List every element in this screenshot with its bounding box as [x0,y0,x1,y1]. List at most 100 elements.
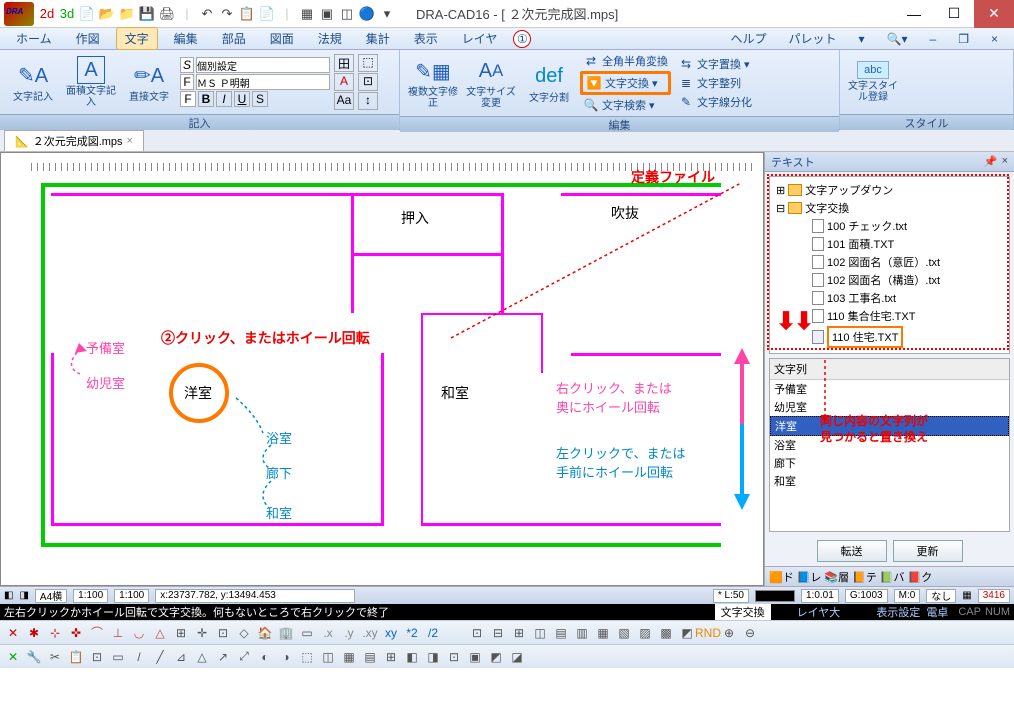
menu-palette[interactable]: パレット [781,28,845,49]
tb-icon[interactable]: ◡ [130,624,148,642]
tb-icon[interactable]: △ [193,648,211,666]
minimize-button[interactable]: — [894,0,934,28]
tb-icon[interactable]: .xy [361,624,379,642]
tree-folder[interactable]: ⊞文字アップダウン [772,181,1007,199]
underline-icon[interactable]: U [234,91,250,107]
side-tab[interactable]: 🟧ド [769,569,794,585]
pin-icon[interactable]: 📌 [984,155,998,168]
tb-icon[interactable]: ▤ [552,624,570,642]
tb-icon[interactable]: ⊡ [445,648,463,666]
text-replace-button[interactable]: ⇆文字置換▾ [675,55,755,73]
tb-icon[interactable]: ◪ [508,648,526,666]
side-tab[interactable]: 📗バ [880,569,905,585]
undo-icon[interactable]: ↶ [198,5,216,23]
doc-tab[interactable]: 📐 ２次元完成図.mps × [4,130,144,151]
scale-2[interactable]: 1:100 [114,589,149,603]
tb-icon[interactable]: ⊖ [741,624,759,642]
win-min-icon[interactable]: – [922,30,945,48]
tree-file[interactable]: 102 図面名（構造）.txt [772,271,1007,289]
tb-icon[interactable]: *2 [403,624,421,642]
dropdown-icon[interactable]: ▾ [851,30,873,48]
tb-icon[interactable]: 🏢 [277,624,295,642]
m0[interactable]: M:0 [894,589,921,603]
tool-icon[interactable]: ⬚ [358,54,378,72]
tree-folder[interactable]: ⊟文字交換 [772,199,1007,217]
tb-icon[interactable]: ⊡ [468,624,486,642]
drawing-canvas[interactable]: 押入 吹抜 洋室 和室 定義ファイル ②クリック、またはホイール回転 予備室 幼… [0,152,764,586]
menu-sum[interactable]: 集計 [358,28,398,49]
paper-size[interactable]: A4横 [35,589,67,603]
menu-parts[interactable]: 部品 [214,28,254,49]
menu-help[interactable]: ヘルプ [723,28,775,49]
tb-icon[interactable]: ▦ [340,648,358,666]
tree-file[interactable]: 103 工事名.txt [772,289,1007,307]
print-icon[interactable]: 🖨 [158,5,176,23]
tb-icon[interactable]: ◇ [235,624,253,642]
tb-icon[interactable]: ◩ [487,648,505,666]
qat-icon[interactable]: 3d [58,5,76,23]
menu-houki[interactable]: 法規 [310,28,350,49]
text-size-button[interactable]: AA文字サイズ変更 [464,53,518,113]
dropdown-icon[interactable]: ▾ [378,5,396,23]
tool-icon[interactable]: ⊡ [358,73,378,91]
tree-file[interactable]: 100 チェック.txt [772,217,1007,235]
strike-icon[interactable]: S [252,91,268,107]
list-item[interactable]: 予備室 [770,380,1009,398]
menu-edit[interactable]: 編集 [166,28,206,49]
tb-icon[interactable]: ▭ [109,648,127,666]
tb-icon[interactable]: ◩ [678,624,696,642]
tool-icon[interactable]: ◫ [338,5,356,23]
search-icon[interactable]: 🔍▾ [879,30,916,48]
tb-icon[interactable]: ✕ [4,648,22,666]
side-tab[interactable]: 📚層 [824,569,849,585]
status-layer[interactable]: レイヤ大 [791,604,847,620]
tb-icon[interactable]: ▣ [466,648,484,666]
tb-icon[interactable]: ◨ [424,648,442,666]
tb-icon[interactable]: ▥ [573,624,591,642]
tb-icon[interactable]: ✜ [67,624,85,642]
tb-icon[interactable]: ◑ [277,648,295,666]
tb-icon[interactable]: ⤢ [235,648,253,666]
maximize-button[interactable]: ☐ [934,0,974,28]
side-tab[interactable]: 📙テ [852,569,877,585]
tree-file[interactable]: 102 図面名（意匠）.txt [772,253,1007,271]
text-align-button[interactable]: ≣文字整列 [675,74,755,92]
tb-icon[interactable]: .x [319,624,337,642]
text-input-button[interactable]: ✎A文字記入 [6,52,60,112]
new-icon[interactable]: 📄 [78,5,96,23]
multi-text-edit-button[interactable]: ✎▦複数文字修正 [406,53,460,113]
status-calc[interactable]: 電卓 [920,604,954,620]
file-tree[interactable]: ⊞文字アップダウン ⊟文字交換 100 チェック.txt 101 面積.TXT … [769,176,1010,354]
tb-icon[interactable]: ◫ [531,624,549,642]
tb-icon[interactable]: RND [699,624,717,642]
bold-icon[interactable]: B [198,91,214,107]
folder-icon[interactable]: 📁 [118,5,136,23]
string-list[interactable]: 文字列 予備室 幼児室 洋室 浴室 廊下 和室 同じ内容の文字列が 見つかると置… [769,358,1010,532]
l50[interactable]: * L:50 [713,589,749,603]
menu-draw[interactable]: 作図 [68,28,108,49]
tb-icon[interactable]: ⊡ [88,648,106,666]
font-mode-select[interactable] [196,57,330,73]
tb-icon[interactable]: ◧ [403,648,421,666]
tb-icon[interactable]: xy [382,624,400,642]
tb-icon[interactable]: ⊿ [172,648,190,666]
direct-text-button[interactable]: ✏A直接文字 [122,52,176,112]
tool-icon[interactable]: ▣ [318,5,336,23]
close-tab-icon[interactable]: × [127,135,133,147]
menu-text[interactable]: 文字 [116,27,158,50]
text-exchange-button[interactable]: 🔽文字交換▾ [580,71,671,95]
tb-icon[interactable]: ▨ [636,624,654,642]
italic-icon[interactable]: I [216,91,232,107]
tb-icon[interactable]: 🔧 [25,648,43,666]
copy-icon[interactable]: 📋 [238,5,256,23]
tb-icon[interactable]: ↗ [214,648,232,666]
tb-icon[interactable]: ✛ [193,624,211,642]
nashi[interactable]: なし [926,589,956,603]
tb-icon[interactable]: /2 [424,624,442,642]
color-swatch[interactable] [755,590,795,602]
tb-icon[interactable]: ⊹ [46,624,64,642]
side-tab[interactable]: 📘レ [797,569,822,585]
qat-icon[interactable]: 2d [38,5,56,23]
font-name-select[interactable] [196,74,330,90]
win-close-icon[interactable]: × [983,30,1006,48]
